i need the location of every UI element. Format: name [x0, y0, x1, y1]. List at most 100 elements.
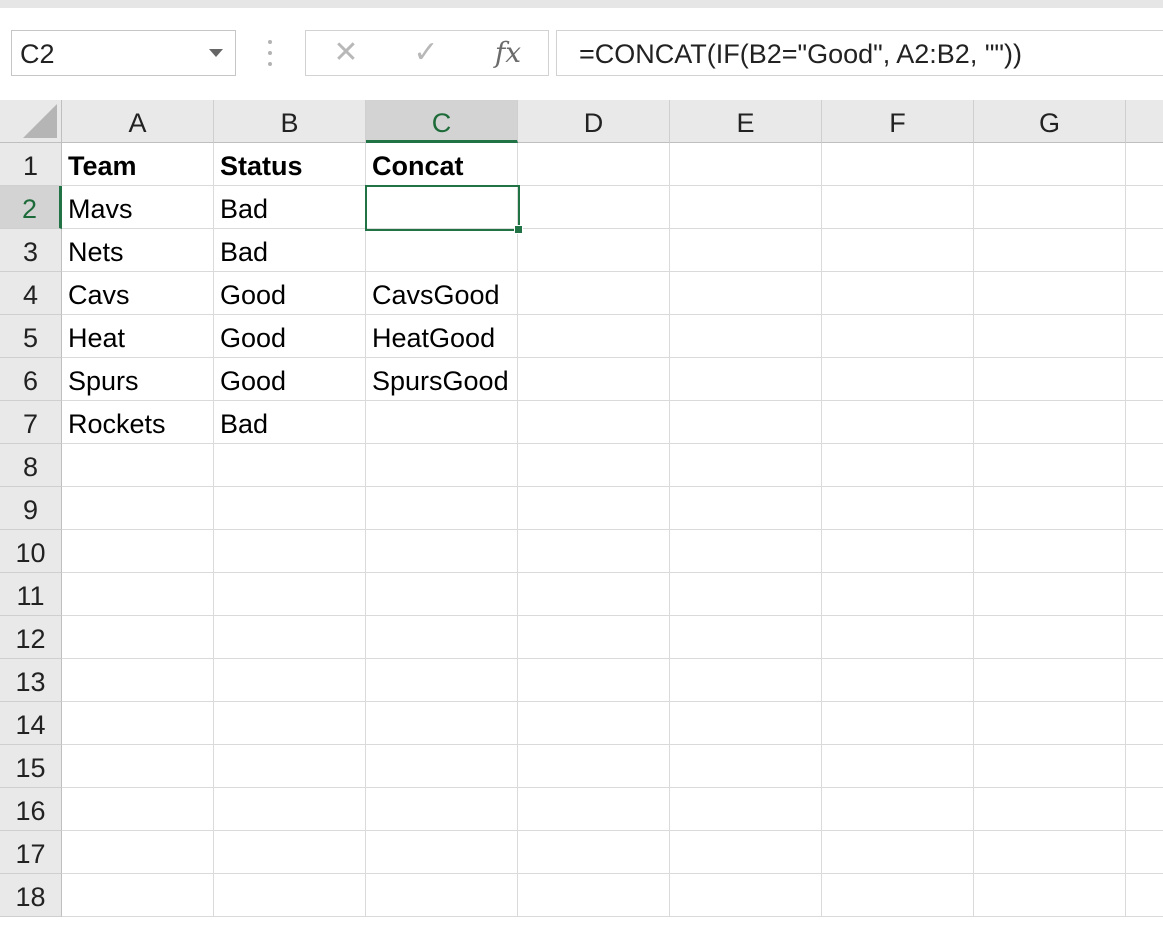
cell-a17[interactable] [62, 831, 214, 874]
cell-c3[interactable] [366, 229, 518, 272]
cell-d10[interactable] [518, 530, 670, 573]
cell-a2[interactable]: Mavs [62, 186, 214, 229]
cell-f11[interactable] [822, 573, 974, 616]
column-header-e[interactable]: E [670, 100, 822, 143]
cell-g3[interactable] [974, 229, 1126, 272]
column-header-f[interactable]: F [822, 100, 974, 143]
cell-c5[interactable]: HeatGood [366, 315, 518, 358]
cell-a15[interactable] [62, 745, 214, 788]
cell-a7[interactable]: Rockets [62, 401, 214, 444]
fill-handle[interactable] [514, 225, 523, 234]
cell-f8[interactable] [822, 444, 974, 487]
cell-b12[interactable] [214, 616, 366, 659]
cell-e14[interactable] [670, 702, 822, 745]
cell-a18[interactable] [62, 874, 214, 917]
cell-e4[interactable] [670, 272, 822, 315]
cell-b15[interactable] [214, 745, 366, 788]
cell-b2[interactable]: Bad [214, 186, 366, 229]
cell-e11[interactable] [670, 573, 822, 616]
cell-d6[interactable] [518, 358, 670, 401]
cell-g1[interactable] [974, 143, 1126, 186]
cell-g11[interactable] [974, 573, 1126, 616]
cell-h7[interactable] [1126, 401, 1163, 444]
row-header-18[interactable]: 18 [0, 874, 62, 917]
cell-a12[interactable] [62, 616, 214, 659]
cell-b9[interactable] [214, 487, 366, 530]
cell-b10[interactable] [214, 530, 366, 573]
cell-a9[interactable] [62, 487, 214, 530]
cell-f10[interactable] [822, 530, 974, 573]
cell-e2[interactable] [670, 186, 822, 229]
cell-b8[interactable] [214, 444, 366, 487]
cell-h6[interactable] [1126, 358, 1163, 401]
cell-d4[interactable] [518, 272, 670, 315]
cell-f18[interactable] [822, 874, 974, 917]
cell-g6[interactable] [974, 358, 1126, 401]
cell-b13[interactable] [214, 659, 366, 702]
column-header-a[interactable]: A [62, 100, 214, 143]
cell-g15[interactable] [974, 745, 1126, 788]
cell-d15[interactable] [518, 745, 670, 788]
cell-b17[interactable] [214, 831, 366, 874]
insert-function-icon[interactable]: fx [478, 31, 538, 75]
chevron-down-icon[interactable] [209, 49, 223, 57]
cell-f9[interactable] [822, 487, 974, 530]
cell-g5[interactable] [974, 315, 1126, 358]
cell-e13[interactable] [670, 659, 822, 702]
row-header-14[interactable]: 14 [0, 702, 62, 745]
enter-icon[interactable]: ✓ [396, 31, 456, 75]
cell-g10[interactable] [974, 530, 1126, 573]
cell-c7[interactable] [366, 401, 518, 444]
cell-b6[interactable]: Good [214, 358, 366, 401]
cell-e16[interactable] [670, 788, 822, 831]
cell-g7[interactable] [974, 401, 1126, 444]
cell-c14[interactable] [366, 702, 518, 745]
row-header-5[interactable]: 5 [0, 315, 62, 358]
cell-d5[interactable] [518, 315, 670, 358]
cell-h12[interactable] [1126, 616, 1163, 659]
row-header-17[interactable]: 17 [0, 831, 62, 874]
cell-h16[interactable] [1126, 788, 1163, 831]
cell-d12[interactable] [518, 616, 670, 659]
cell-e8[interactable] [670, 444, 822, 487]
row-header-6[interactable]: 6 [0, 358, 62, 401]
cell-g16[interactable] [974, 788, 1126, 831]
cell-h1[interactable] [1126, 143, 1163, 186]
row-header-11[interactable]: 11 [0, 573, 62, 616]
cell-g4[interactable] [974, 272, 1126, 315]
cell-c10[interactable] [366, 530, 518, 573]
cell-a1[interactable]: Team [62, 143, 214, 186]
cell-f5[interactable] [822, 315, 974, 358]
cell-f6[interactable] [822, 358, 974, 401]
cell-b4[interactable]: Good [214, 272, 366, 315]
cell-e15[interactable] [670, 745, 822, 788]
cell-d1[interactable] [518, 143, 670, 186]
cell-a13[interactable] [62, 659, 214, 702]
cell-c13[interactable] [366, 659, 518, 702]
row-header-2[interactable]: 2 [0, 186, 62, 229]
row-header-16[interactable]: 16 [0, 788, 62, 831]
cell-f7[interactable] [822, 401, 974, 444]
cell-h13[interactable] [1126, 659, 1163, 702]
drag-handle-icon[interactable] [268, 40, 273, 68]
row-header-10[interactable]: 10 [0, 530, 62, 573]
cell-g13[interactable] [974, 659, 1126, 702]
cell-h18[interactable] [1126, 874, 1163, 917]
cell-f1[interactable] [822, 143, 974, 186]
column-header-b[interactable]: B [214, 100, 366, 143]
cell-f16[interactable] [822, 788, 974, 831]
cell-f15[interactable] [822, 745, 974, 788]
cell-c16[interactable] [366, 788, 518, 831]
cell-e17[interactable] [670, 831, 822, 874]
cell-g12[interactable] [974, 616, 1126, 659]
cell-b11[interactable] [214, 573, 366, 616]
cell-f3[interactable] [822, 229, 974, 272]
cell-h11[interactable] [1126, 573, 1163, 616]
cell-h14[interactable] [1126, 702, 1163, 745]
cell-b14[interactable] [214, 702, 366, 745]
cell-f12[interactable] [822, 616, 974, 659]
row-header-8[interactable]: 8 [0, 444, 62, 487]
cell-c11[interactable] [366, 573, 518, 616]
cell-a16[interactable] [62, 788, 214, 831]
cell-g9[interactable] [974, 487, 1126, 530]
